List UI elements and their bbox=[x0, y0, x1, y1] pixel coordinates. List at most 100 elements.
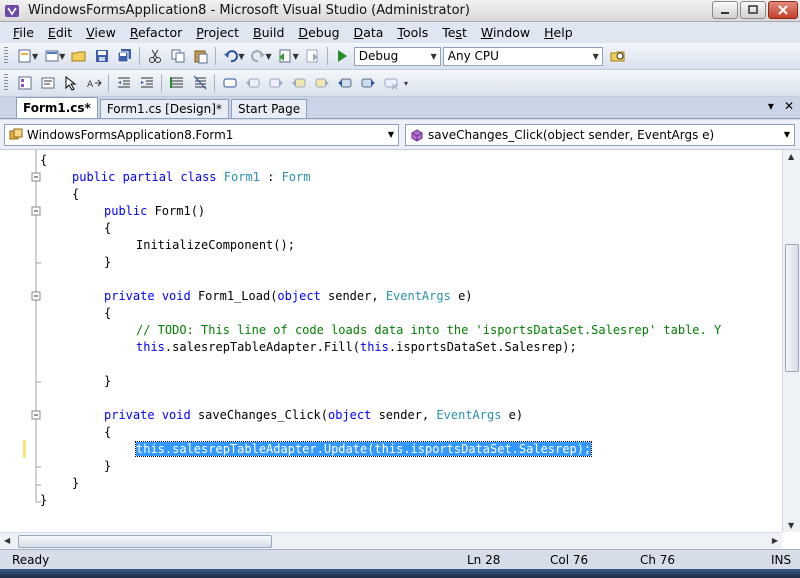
new-project-icon bbox=[18, 49, 30, 63]
code-line[interactable]: { bbox=[104, 220, 111, 237]
scroll-right-icon[interactable]: ▶ bbox=[772, 536, 778, 545]
code-line[interactable]: public partial class Form1 : Form bbox=[72, 169, 310, 186]
scroll-down-icon[interactable]: ▼ bbox=[788, 521, 794, 530]
code-line[interactable]: } bbox=[72, 475, 79, 492]
horizontal-scroll-thumb[interactable] bbox=[18, 535, 272, 548]
menu-bar: File Edit View Refactor Project Build Debug Dat… bbox=[0, 22, 800, 43]
code-line[interactable]: } bbox=[40, 492, 47, 509]
code-line[interactable]: } bbox=[104, 458, 111, 475]
maximize-button[interactable] bbox=[740, 1, 766, 19]
members-select[interactable]: saveChanges_Click(object sender, EventAr… bbox=[405, 123, 795, 146]
clear-bookmarks-button[interactable] bbox=[379, 73, 402, 94]
menu-window[interactable]: Window bbox=[474, 25, 537, 40]
menu-debug[interactable]: Debug bbox=[291, 25, 346, 40]
save-button[interactable] bbox=[90, 46, 113, 67]
code-line[interactable]: // TODO: This line of code loads data in… bbox=[136, 322, 721, 339]
navigate-forward-button[interactable] bbox=[301, 46, 324, 67]
open-file-button[interactable] bbox=[67, 46, 90, 67]
code-line[interactable]: { bbox=[72, 186, 79, 203]
editor-gutter[interactable] bbox=[0, 150, 24, 549]
toggle-bookmark-button[interactable] bbox=[218, 73, 241, 94]
display-object-member-list-button[interactable] bbox=[13, 73, 36, 94]
new-project-dropdown-icon[interactable]: ▼ bbox=[32, 52, 38, 61]
toolbar-separator bbox=[214, 74, 215, 92]
status-character: Ch 76 bbox=[640, 553, 676, 567]
quick-info-button[interactable] bbox=[59, 73, 82, 94]
code-line[interactable]: InitializeComponent(); bbox=[136, 237, 295, 254]
toolbar-grip[interactable] bbox=[4, 74, 8, 92]
title-bar[interactable]: WindowsFormsApplication8 - Microsoft Vis… bbox=[0, 0, 800, 22]
previous-bookmark-in-document-button[interactable] bbox=[333, 73, 356, 94]
next-bookmark-in-document-button[interactable] bbox=[356, 73, 379, 94]
tab-start-page[interactable]: Start Page bbox=[230, 99, 308, 118]
decrease-indent-button[interactable] bbox=[112, 73, 135, 94]
code-line[interactable]: { bbox=[40, 152, 47, 169]
close-window-button[interactable] bbox=[768, 1, 798, 19]
horizontal-scrollbar[interactable]: ◀ ▶ bbox=[0, 532, 782, 549]
menu-file[interactable]: File bbox=[6, 25, 41, 40]
uncomment-lines-button[interactable] bbox=[188, 73, 211, 94]
collapse-icon[interactable] bbox=[31, 206, 41, 216]
add-item-dropdown-icon[interactable]: ▼ bbox=[59, 52, 65, 61]
code-editor[interactable]: {public partial class Form1 : Form{publi… bbox=[0, 150, 800, 549]
menu-refactor[interactable]: Refactor bbox=[123, 25, 189, 40]
menu-test[interactable]: Test bbox=[435, 25, 474, 40]
code-line[interactable]: private void Form1_Load(object sender, E… bbox=[104, 288, 473, 305]
selected-text[interactable]: this.salesrepTableAdapter.Update(this.is… bbox=[134, 441, 593, 457]
complete-word-icon: A bbox=[87, 79, 102, 90]
scroll-up-icon[interactable]: ▲ bbox=[788, 152, 794, 161]
previous-bookmark-in-folder-button[interactable] bbox=[287, 73, 310, 94]
collapse-icon[interactable] bbox=[31, 172, 41, 182]
navigate-dropdown-icon[interactable]: ▼ bbox=[293, 52, 299, 61]
toolbar-separator bbox=[326, 47, 328, 65]
code-line[interactable]: private void saveChanges_Click(object se… bbox=[104, 407, 523, 424]
cut-button[interactable] bbox=[143, 46, 166, 67]
start-debugging-button[interactable] bbox=[331, 46, 354, 67]
code-line[interactable]: this.salesrepTableAdapter.Fill(this.ispo… bbox=[136, 339, 577, 356]
vertical-scrollbar[interactable]: ▲ ▼ bbox=[782, 150, 800, 532]
collapse-icon[interactable] bbox=[31, 410, 41, 420]
menu-tools[interactable]: Tools bbox=[390, 25, 435, 40]
complete-word-button[interactable]: A bbox=[82, 73, 105, 94]
code-line[interactable]: } bbox=[104, 254, 111, 271]
code-line[interactable]: this.salesrepTableAdapter.Update(this.is… bbox=[134, 441, 593, 458]
find-in-files-button[interactable] bbox=[607, 46, 630, 67]
parameter-info-button[interactable] bbox=[36, 73, 59, 94]
toolbar-options-icon[interactable]: ▾ bbox=[404, 79, 408, 88]
next-bookmark-in-folder-button[interactable] bbox=[310, 73, 333, 94]
next-bookmark-button[interactable] bbox=[264, 73, 287, 94]
active-files-dropdown-icon[interactable]: ▾ bbox=[768, 99, 774, 113]
undo-dropdown-icon[interactable]: ▼ bbox=[238, 52, 244, 61]
minimize-button[interactable] bbox=[712, 1, 738, 19]
copy-button[interactable] bbox=[166, 46, 189, 67]
paste-button[interactable] bbox=[189, 46, 212, 67]
svg-text:A: A bbox=[87, 80, 94, 90]
tab-form1-design[interactable]: Form1.cs [Design]* bbox=[99, 99, 229, 118]
previous-bookmark-button[interactable] bbox=[241, 73, 264, 94]
redo-dropdown-icon[interactable]: ▼ bbox=[265, 52, 271, 61]
solution-configuration-select[interactable]: Debug ▼ bbox=[353, 46, 441, 66]
code-line[interactable]: { bbox=[104, 305, 111, 322]
menu-project[interactable]: Project bbox=[189, 25, 246, 40]
menu-help[interactable]: Help bbox=[537, 25, 580, 40]
save-all-button[interactable] bbox=[113, 46, 136, 67]
menu-edit[interactable]: Edit bbox=[41, 25, 79, 40]
menu-data[interactable]: Data bbox=[347, 25, 391, 40]
solution-platform-select[interactable]: Any CPU ▼ bbox=[442, 46, 603, 66]
scroll-left-icon[interactable]: ◀ bbox=[4, 536, 10, 545]
comment-lines-button[interactable] bbox=[165, 73, 188, 94]
collapse-icon[interactable] bbox=[31, 291, 41, 301]
menu-build[interactable]: Build bbox=[246, 25, 291, 40]
tab-form1-cs[interactable]: Form1.cs* bbox=[16, 97, 98, 118]
toolbar-grip[interactable] bbox=[4, 47, 8, 65]
code-line[interactable]: public Form1() bbox=[104, 203, 205, 220]
increase-indent-button[interactable] bbox=[135, 73, 158, 94]
outline-margin[interactable] bbox=[30, 150, 42, 549]
menu-view[interactable]: View bbox=[79, 25, 123, 40]
types-select[interactable]: WindowsFormsApplication8.Form1 ▼ bbox=[4, 123, 399, 146]
status-column: Col 76 bbox=[550, 553, 589, 567]
vertical-scroll-thumb[interactable] bbox=[785, 244, 799, 372]
close-tab-icon[interactable]: ✕ bbox=[784, 99, 794, 113]
code-line[interactable]: { bbox=[104, 424, 111, 441]
code-line[interactable]: } bbox=[104, 373, 111, 390]
